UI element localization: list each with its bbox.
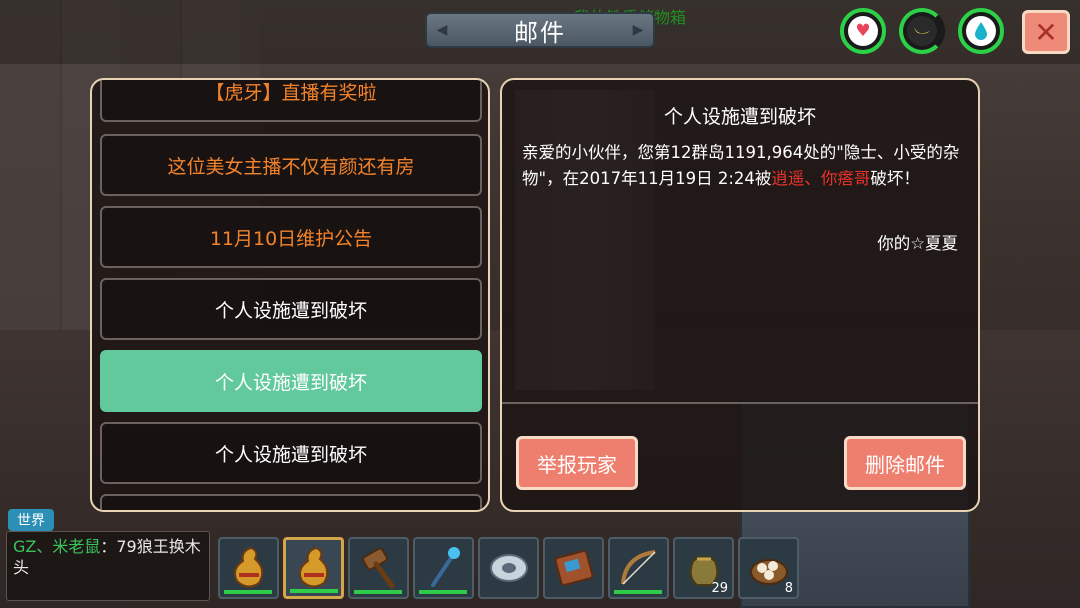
mail-list-item-selected[interactable]: 个人设施遭到破坏	[100, 350, 482, 412]
mail-detail-panel: 个人设施遭到破坏 亲爱的小伙伴，您第12群岛1191,964处的"隐士、小受的杂…	[500, 78, 980, 512]
health-indicator: ♥	[840, 8, 886, 54]
top-bar: ◀ 邮件 ▶ ♥ ✕	[0, 0, 1080, 64]
disc-icon	[489, 554, 528, 582]
durability-bar	[614, 590, 662, 594]
thirst-indicator	[958, 8, 1004, 54]
durability-bar	[419, 590, 467, 594]
mail-subject: 【虎牙】直播有奖啦	[205, 81, 377, 104]
title-plate: ◀ 邮件 ▶	[425, 12, 655, 48]
mail-detail-title: 个人设施遭到破坏	[663, 106, 816, 128]
staff-icon	[430, 547, 460, 587]
mail-subject: 个人设施遭到破坏	[214, 371, 367, 394]
mail-list-item[interactable]: 11月10日维护公告	[100, 206, 482, 268]
close-icon: ✕	[1034, 15, 1058, 49]
divider	[502, 402, 978, 404]
chat-tab-world[interactable]: 世界	[8, 509, 54, 531]
mail-body-text-end: 破坏！	[870, 169, 920, 188]
mail-subject: 个人设施遭到破坏	[214, 299, 367, 322]
bow-icon	[620, 550, 656, 585]
mail-attacker-name: 逍遥、你瘩哥	[771, 169, 871, 188]
durability-bar	[290, 589, 338, 593]
hotbar-slot[interactable]	[348, 537, 409, 599]
mail-list-item[interactable]: 个人设施遭到破坏	[100, 278, 482, 340]
hotbar-slot[interactable]: 8	[738, 537, 799, 599]
mail-list-item[interactable]: 【虎牙】直播有奖啦	[100, 80, 482, 122]
mail-list-item[interactable]	[100, 494, 482, 510]
hotbar-slot[interactable]	[413, 537, 474, 599]
item-count: 29	[711, 581, 728, 596]
durability-bar	[354, 590, 402, 594]
hunger-indicator	[899, 8, 945, 54]
mail-signature: 你的☆夏夏	[877, 234, 958, 253]
delete-mail-button[interactable]: 删除邮件	[844, 436, 966, 490]
mail-subject: 这位美女主播不仅有颜还有房	[167, 155, 415, 178]
hotbar-slot[interactable]	[218, 537, 279, 599]
mail-subject: 11月10日维护公告	[209, 227, 373, 250]
book-icon	[554, 550, 593, 586]
durability-bar	[224, 590, 272, 594]
close-button[interactable]: ✕	[1022, 10, 1070, 54]
chat-box[interactable]: GZ、米老鼠：79狼王换木头	[6, 531, 210, 601]
ornament-right-icon: ▶	[632, 22, 644, 38]
mail-list-item[interactable]: 这位美女主播不仅有颜还有房	[100, 134, 482, 196]
hotbar-slot[interactable]	[478, 537, 539, 599]
mail-subject: 个人设施遭到破坏	[214, 443, 367, 466]
mail-list-item[interactable]: 个人设施遭到破坏	[100, 422, 482, 484]
hotbar-slot-selected[interactable]	[283, 537, 344, 599]
hotbar-slot[interactable]	[608, 537, 669, 599]
item-count: 8	[784, 581, 793, 596]
chat-username: GZ、米老鼠	[13, 537, 101, 556]
water-drop-icon	[966, 16, 996, 46]
gourd-icon	[233, 546, 263, 588]
hotbar-slot[interactable]: 29	[673, 537, 734, 599]
page-title: 邮件	[514, 18, 566, 47]
mail-detail-body: 亲爱的小伙伴，您第12群岛1191,964处的"隐士、小受的杂物"，在2017年…	[522, 140, 962, 192]
banana-icon	[907, 16, 937, 46]
gourd-icon	[298, 546, 328, 588]
hotbar-slot[interactable]	[543, 537, 604, 599]
report-player-button[interactable]: 举报玩家	[516, 436, 638, 490]
ornament-left-icon: ◀	[436, 22, 448, 38]
heart-icon: ♥	[848, 16, 878, 46]
mail-list-panel[interactable]: 【虎牙】直播有奖啦 这位美女主播不仅有颜还有房 11月10日维护公告 个人设施遭…	[90, 78, 490, 512]
hammer-icon	[361, 547, 394, 589]
hotbar: 29 8	[218, 537, 799, 601]
